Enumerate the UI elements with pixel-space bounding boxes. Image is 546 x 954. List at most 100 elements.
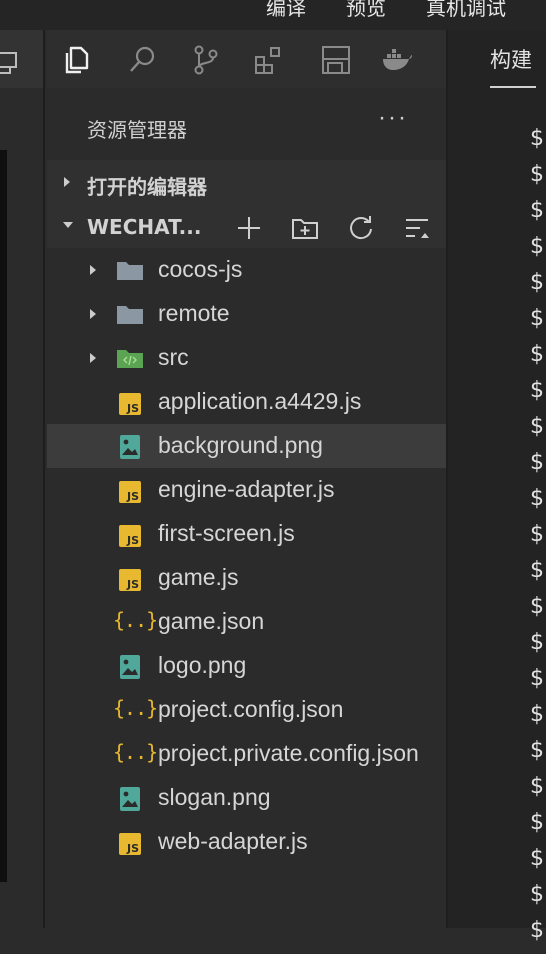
new-file-icon[interactable] (235, 214, 263, 242)
file-tree-row[interactable]: JS game.js (47, 556, 446, 600)
left-panel (0, 30, 45, 928)
chevron-right-icon[interactable] (87, 351, 99, 365)
explorer-header: 资源管理器 ··· (47, 104, 446, 144)
file-name: game.js (158, 564, 239, 590)
terminal-prompt: $ (530, 414, 544, 439)
chevron-right-icon[interactable] (87, 263, 99, 277)
terminal-prompt: $ (530, 126, 544, 151)
file-name: logo.png (158, 652, 247, 678)
json-file-icon: {..} (113, 696, 158, 720)
file-tree-row[interactable]: JS first-screen.js (47, 512, 446, 556)
file-tree-row[interactable]: {..} project.private.config.json (47, 732, 446, 776)
folder-icon (115, 300, 145, 330)
search-icon[interactable] (127, 44, 159, 76)
docker-icon[interactable] (381, 44, 413, 76)
collapse-all-icon[interactable] (403, 214, 431, 242)
tab-build[interactable]: 构建 (490, 44, 532, 74)
file-tree-row[interactable]: logo.png (47, 644, 446, 688)
project-label: WECHAT... (87, 215, 202, 239)
file-tree-row[interactable]: cocos-js (47, 248, 446, 292)
file-name: first-screen.js (158, 520, 295, 546)
file-name: project.config.json (158, 696, 344, 722)
terminal-prompt: $ (530, 846, 544, 871)
file-tree-row[interactable]: {..} game.json (47, 600, 446, 644)
file-tree-row[interactable]: JS engine-adapter.js (47, 468, 446, 512)
preview-menu[interactable]: 预览 (346, 0, 386, 21)
file-tree: cocos-js remote src JS application.a4429.js b… (47, 248, 446, 864)
js-file-icon: JS (115, 388, 145, 418)
project-section[interactable]: WECHAT... (47, 204, 446, 248)
terminal-prompt: $ (530, 558, 544, 583)
panel-divider[interactable] (43, 30, 45, 928)
terminal-output: $ $ $ $ $ $ $ $ $ $ $ $ $ $ $ $ $ $ $ $ $ $ $ (530, 126, 544, 954)
open-editors-label: 打开的编辑器 (87, 175, 207, 199)
source-control-icon[interactable] (190, 44, 222, 76)
layout-icon[interactable] (0, 50, 20, 76)
terminal-prompt: $ (530, 702, 544, 727)
terminal-prompt: $ (530, 450, 544, 475)
terminal-prompt: $ (530, 918, 544, 943)
terminal-prompt: $ (530, 378, 544, 403)
file-tree-row[interactable]: {..} project.config.json (47, 688, 446, 732)
js-file-icon: JS (115, 564, 145, 594)
file-tree-row[interactable]: remote (47, 292, 446, 336)
terminal-prompt: $ (530, 882, 544, 907)
file-name: remote (158, 300, 230, 326)
file-tree-row[interactable]: JS web-adapter.js (47, 820, 446, 864)
folder-icon (115, 256, 145, 286)
left-panel-toolbar (0, 30, 45, 88)
terminal-prompt: $ (530, 198, 544, 223)
js-file-icon: JS (115, 828, 145, 858)
extensions-icon[interactable] (253, 44, 285, 76)
terminal-prompt: $ (530, 594, 544, 619)
file-tree-row[interactable]: slogan.png (47, 776, 446, 820)
file-name: application.a4429.js (158, 388, 362, 414)
json-file-icon: {..} (113, 608, 158, 632)
file-name: slogan.png (158, 784, 271, 810)
tab-build-underline (490, 86, 536, 88)
chevron-right-icon (64, 177, 70, 187)
chevron-down-icon (63, 222, 73, 228)
image-file-icon (115, 784, 145, 814)
file-name: engine-adapter.js (158, 476, 335, 502)
src-folder-icon (115, 344, 145, 374)
activity-bar (47, 30, 446, 88)
json-file-icon: {..} (113, 740, 158, 764)
file-name: background.png (158, 432, 323, 458)
terminal-prompt: $ (530, 162, 544, 187)
file-tree-row[interactable]: JS application.a4429.js (47, 380, 446, 424)
js-file-icon: JS (115, 520, 145, 550)
explorer-title: 资源管理器 (87, 118, 187, 142)
right-panel: 构建 $ $ $ $ $ $ $ $ $ $ $ $ $ $ $ $ $ $ $ $ $ $ $ (446, 30, 546, 943)
top-menu-bar: 编译 预览 真机调试 (0, 0, 546, 30)
terminal-prompt: $ (530, 486, 544, 511)
terminal-prompt: $ (530, 630, 544, 655)
image-file-icon (115, 652, 145, 682)
terminal-prompt: $ (530, 306, 544, 331)
file-tree-row[interactable]: src (47, 336, 446, 380)
files-icon[interactable] (61, 44, 93, 76)
compile-menu[interactable]: 编译 (266, 0, 306, 21)
file-name: game.json (158, 608, 265, 634)
terminal-prompt: $ (530, 234, 544, 259)
save-layout-icon[interactable] (320, 44, 352, 76)
terminal-prompt: $ (530, 738, 544, 763)
refresh-icon[interactable] (347, 214, 375, 242)
new-folder-icon[interactable] (291, 214, 319, 242)
explorer-panel: 资源管理器 ··· 打开的编辑器 WECHAT... cocos-js remo… (47, 88, 446, 928)
open-editors-section[interactable]: 打开的编辑器 (47, 160, 446, 204)
terminal-prompt: $ (530, 774, 544, 799)
terminal-prompt: $ (530, 270, 544, 295)
more-actions-button[interactable]: ··· (378, 104, 408, 132)
file-tree-row[interactable]: background.png (47, 424, 446, 468)
terminal-prompt: $ (530, 666, 544, 691)
file-name: web-adapter.js (158, 828, 308, 854)
js-file-icon: JS (115, 476, 145, 506)
file-name: project.private.config.json (158, 740, 419, 766)
file-name: cocos-js (158, 256, 243, 282)
terminal-prompt: $ (530, 342, 544, 367)
real-device-debug-menu[interactable]: 真机调试 (426, 0, 506, 21)
file-name: src (158, 344, 189, 370)
chevron-right-icon[interactable] (87, 307, 99, 321)
image-file-icon (115, 432, 145, 462)
